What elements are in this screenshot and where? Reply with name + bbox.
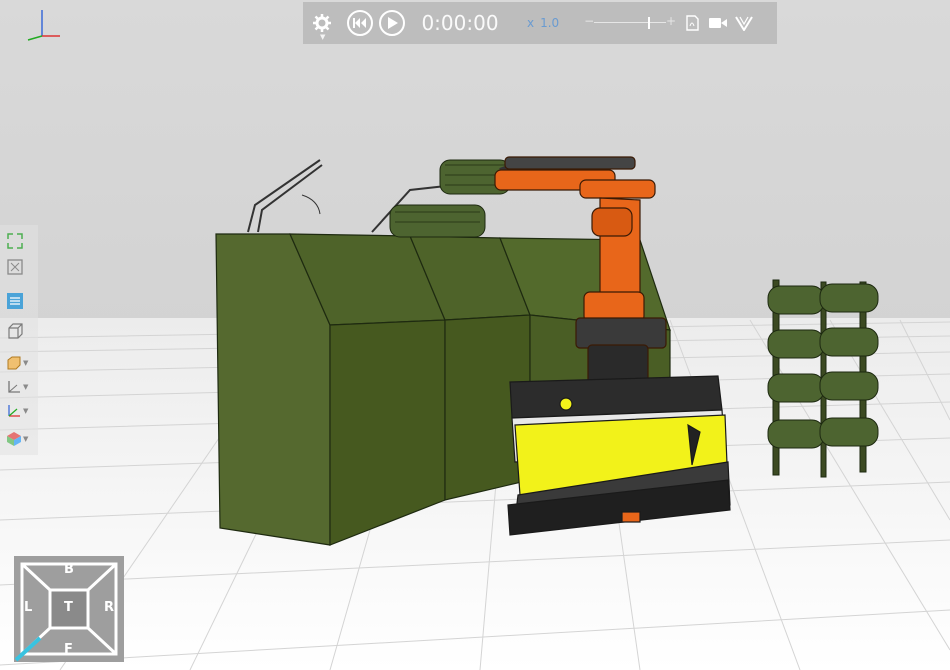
chevron-down-icon: ▼	[23, 435, 29, 443]
agv-vehicle	[507, 375, 731, 536]
render-mode-button[interactable]: ▼	[6, 429, 30, 449]
render-mode-icon	[7, 432, 21, 446]
app-logo	[734, 11, 754, 35]
time-display: 0:00:00	[421, 11, 499, 35]
pdf-export-icon	[685, 15, 699, 31]
gear-icon	[313, 14, 331, 32]
layer-panel-icon	[7, 293, 23, 309]
app-logo-icon	[735, 16, 753, 31]
chevron-down-icon: ▼	[23, 359, 29, 367]
settings-button[interactable]: ▼	[303, 2, 341, 44]
machine-arm-left	[247, 159, 323, 233]
axis-color-button[interactable]: ▼	[6, 401, 30, 421]
skip-back-icon	[353, 18, 366, 28]
axis-gizmo-icon	[27, 10, 60, 41]
chevron-down-icon: ▼	[320, 33, 326, 41]
nav-cube-top[interactable]: T	[64, 600, 73, 615]
axis-color-icon	[8, 405, 20, 417]
pdf-export-button[interactable]	[682, 11, 702, 35]
layer-panel-button[interactable]	[6, 291, 30, 311]
speed-value[interactable]: 1.0	[540, 16, 580, 30]
box-view-button[interactable]	[6, 321, 30, 341]
viewport-3d-scene[interactable]	[0, 0, 950, 670]
play-button[interactable]	[379, 10, 405, 36]
record-video-button[interactable]	[708, 11, 728, 35]
navigation-cube[interactable]: B L T R F	[14, 556, 124, 662]
fit-view-icon	[7, 233, 23, 249]
speed-slider[interactable]: − +	[584, 14, 676, 30]
view-tools-panel: ▼ ▼ ▼ ▼	[0, 225, 38, 455]
chevron-down-icon: ▼	[23, 407, 29, 415]
slider-thumb[interactable]	[648, 17, 651, 29]
zoom-extents-button[interactable]	[6, 257, 30, 277]
nav-cube-right[interactable]: R	[104, 600, 114, 615]
bobbin-rack	[767, 279, 879, 478]
projection-icon	[7, 356, 21, 370]
slider-minus-button[interactable]: −	[584, 14, 594, 28]
machine-bobbins	[371, 159, 511, 238]
projection-button[interactable]: ▼	[6, 353, 30, 373]
playback-toolbar: ▼ 0:00:00 x 1.0 − +	[303, 2, 777, 44]
nav-cube-back[interactable]: B	[64, 562, 74, 577]
axis-display-button[interactable]: ▼	[6, 377, 30, 397]
nav-cube-left[interactable]: L	[24, 600, 32, 615]
play-icon	[388, 17, 398, 29]
slider-plus-button[interactable]: +	[666, 14, 676, 28]
slider-track	[594, 22, 667, 23]
fit-view-button[interactable]	[6, 231, 30, 251]
nav-cube-front[interactable]: F	[64, 642, 73, 657]
speed-prefix: x	[527, 16, 535, 30]
box-view-icon	[8, 323, 23, 339]
axis-display-icon	[8, 381, 20, 393]
chevron-down-icon: ▼	[23, 383, 29, 391]
rewind-button[interactable]	[347, 10, 373, 36]
zoom-extents-icon	[7, 259, 23, 275]
video-camera-icon	[709, 18, 728, 28]
